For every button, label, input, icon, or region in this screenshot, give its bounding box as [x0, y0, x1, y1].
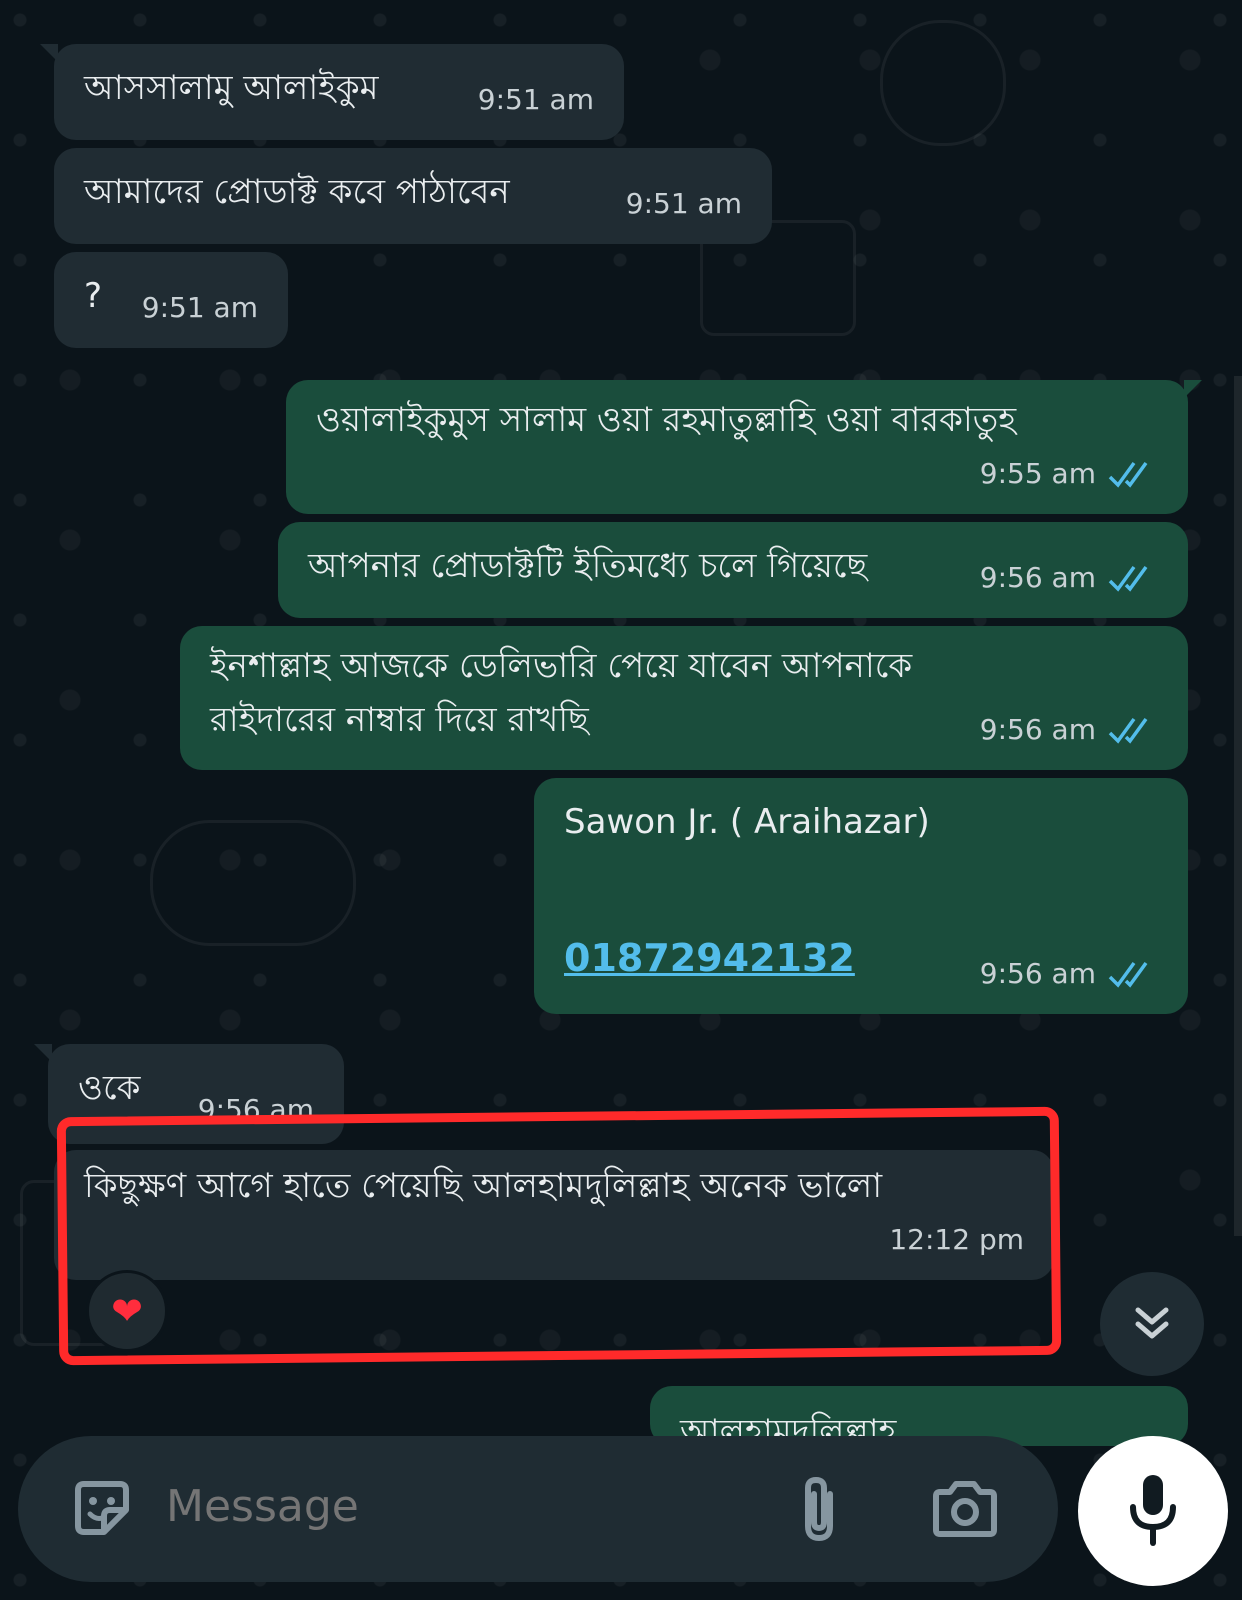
- message-text: আমাদের প্রোডাক্ট কবে পাঠাবেন: [84, 172, 510, 212]
- message-time: 9:51 am: [625, 187, 742, 220]
- message-meta: 9:56 am: [980, 948, 1158, 1000]
- double-check-icon: [1108, 961, 1148, 988]
- message-input[interactable]: [164, 1480, 748, 1533]
- bubble-tail: [40, 44, 58, 62]
- bubble-tail: [34, 1044, 52, 1062]
- message-text: ওয়ালাইকুমুস সালাম ওয়া রহমাতুল্লাহি ওয়…: [316, 400, 1017, 440]
- double-chevron-down-icon: [1135, 1307, 1169, 1339]
- scroll-to-bottom-button[interactable]: [1100, 1272, 1204, 1376]
- message-time: 9:56 am: [979, 957, 1096, 990]
- message-text: আপনার প্রোডাক্টটি ইতিমধ্যে চলে গিয়েছে: [308, 546, 868, 586]
- phone-number-link[interactable]: 01872942132: [564, 932, 855, 984]
- mic-icon: [1130, 1475, 1176, 1546]
- double-check-icon: [1108, 717, 1148, 744]
- paperclip-icon[interactable]: [796, 1474, 842, 1544]
- sticker-icon[interactable]: [70, 1476, 134, 1540]
- scrollbar[interactable]: [1234, 376, 1242, 1236]
- message-text: ওকে: [78, 1068, 141, 1108]
- message-bubble-outgoing[interactable]: আপনার প্রোডাক্টটি ইতিমধ্যে চলে গিয়েছে 9…: [278, 522, 1188, 618]
- bubble-tail: [1184, 380, 1202, 398]
- message-bubble-outgoing[interactable]: ওয়ালাইকুমুস সালাম ওয়া রহমাতুল্লাহি ওয়…: [286, 380, 1202, 514]
- double-check-icon: [1108, 565, 1148, 592]
- message-meta: 9:51 am: [626, 178, 742, 230]
- wallpaper-doodle: [150, 820, 356, 946]
- message-text-line1: ইনশাল্লাহ আজকে ডেলিভারি পেয়ে যাবেন আপনা…: [210, 646, 913, 686]
- camera-icon[interactable]: [932, 1480, 998, 1538]
- message-meta: 9:56 am: [980, 704, 1158, 756]
- message-time: 9:51 am: [477, 83, 594, 116]
- voice-record-button[interactable]: [1078, 1436, 1228, 1586]
- message-meta: 9:51 am: [478, 74, 594, 126]
- message-meta: 9:56 am: [980, 552, 1158, 604]
- message-text-line2: রাইদারের নাম্বার দিয়ে রাখছি: [210, 700, 589, 740]
- contact-name: Sawon Jr. ( Araihazar): [564, 802, 930, 842]
- message-input-bar[interactable]: [18, 1436, 1058, 1582]
- message-bubble-incoming[interactable]: ? 9:51 am: [54, 252, 288, 348]
- message-meta: 9:51 am: [142, 282, 258, 334]
- message-text: ?: [84, 276, 103, 316]
- message-time: 9:51 am: [141, 291, 258, 324]
- double-check-icon: [1108, 461, 1148, 488]
- message-bubble-incoming[interactable]: আসসালামু আলাইকুম 9:51 am: [40, 44, 624, 140]
- message-time: 9:56 am: [979, 713, 1096, 746]
- bubble-tail: [1184, 1386, 1188, 1404]
- message-meta: 9:55 am: [980, 448, 1158, 500]
- message-time: 9:55 am: [979, 457, 1096, 490]
- wallpaper-doodle: [880, 20, 1006, 146]
- red-highlight-annotation: [56, 1106, 1062, 1366]
- message-bubble-incoming[interactable]: আমাদের প্রোডাক্ট কবে পাঠাবেন 9:51 am: [54, 148, 772, 244]
- message-time: 9:56 am: [979, 561, 1096, 594]
- message-bubble-outgoing[interactable]: ইনশাল্লাহ আজকে ডেলিভারি পেয়ে যাবেন আপনা…: [180, 626, 1188, 770]
- message-bubble-outgoing[interactable]: Sawon Jr. ( Araihazar) 01872942132 9:56 …: [534, 778, 1188, 1014]
- message-text: আসসালামু আলাইকুম: [84, 68, 379, 108]
